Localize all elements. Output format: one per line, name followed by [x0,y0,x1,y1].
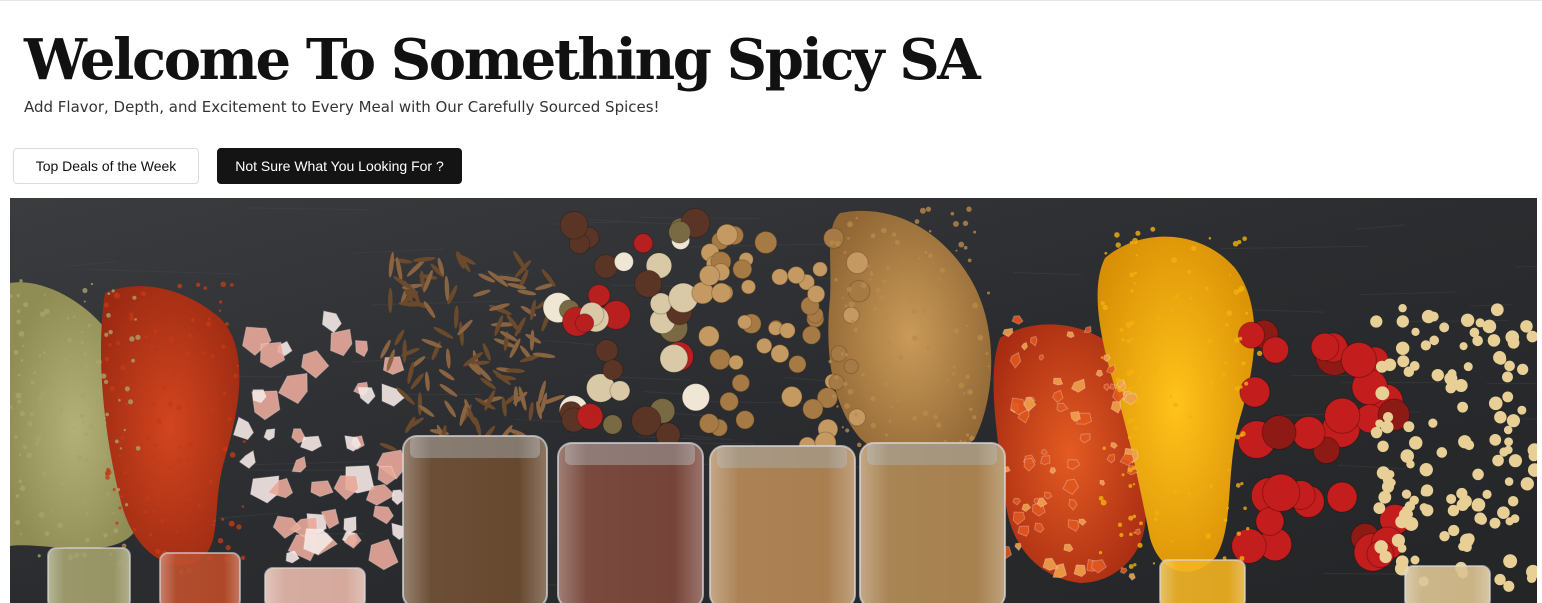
jar-spice-blend [859,442,1006,603]
hero-banner-image [10,198,1537,603]
page-title: Welcome To Something Spicy SA [24,27,981,93]
jar-cumin [402,435,548,603]
not-sure-button[interactable]: Not Sure What You Looking For ? [217,148,462,184]
page-subtitle: Add Flavor, Depth, and Excitement to Eve… [24,98,660,116]
spices-illustration [10,198,1537,603]
top-border [0,0,1542,1]
jar-small-3 [264,567,366,603]
jar-small-1 [47,547,131,603]
jar-coriander [709,445,856,603]
jar-small-2 [159,552,241,603]
jar-peppercorn [557,442,704,603]
top-deals-button[interactable]: Top Deals of the Week [13,148,199,184]
jar-small-mustard [1404,565,1491,603]
jar-small-turmeric [1159,559,1246,603]
